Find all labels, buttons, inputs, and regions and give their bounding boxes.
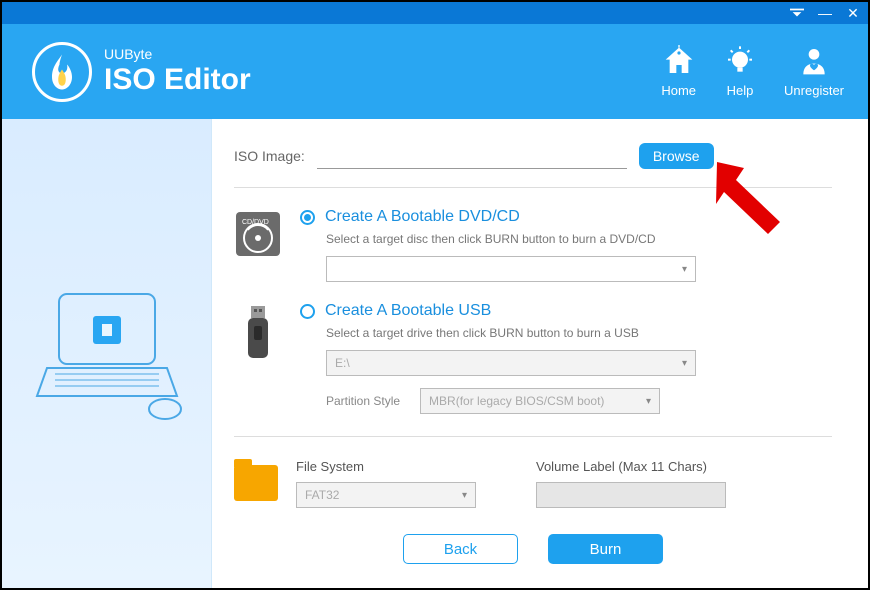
usb-drive-select[interactable]: E:\ ▾ [326,350,696,376]
minimize-button[interactable]: — [818,6,832,20]
lightbulb-icon [724,45,756,77]
user-heart-icon [798,45,830,77]
radio-usb[interactable] [300,304,315,319]
main-panel: ISO Image: Browse CD/DVD Create A Bootab… [212,119,868,588]
option-usb-block: Create A Bootable USB Select a target dr… [234,302,832,414]
option-dvd-block: CD/DVD Create A Bootable DVD/CD Select a… [234,208,832,282]
iso-path-input[interactable] [317,143,627,169]
browse-button[interactable]: Browse [639,143,714,169]
partition-style-select[interactable]: MBR(for legacy BIOS/CSM boot) ▾ [420,388,660,414]
separator [234,187,832,188]
usb-icon [234,304,282,352]
folder-icon [234,465,278,501]
filesystem-select[interactable]: FAT32 ▾ [296,482,476,508]
back-button[interactable]: Back [403,534,518,564]
partition-style-value: MBR(for legacy BIOS/CSM boot) [429,394,604,408]
radio-dvd[interactable] [300,210,315,225]
brand-name-big: ISO Editor [104,63,251,96]
option-dvd-desc: Select a target disc then click BURN but… [326,232,832,246]
close-button[interactable]: ✕ [846,6,860,20]
home-icon [663,45,695,77]
iso-label: ISO Image: [234,148,305,164]
app-header: UUByte ISO Editor Home Help [2,24,868,119]
window-titlebar: — ✕ [2,2,868,24]
body-area: ISO Image: Browse CD/DVD Create A Bootab… [2,119,868,588]
flame-logo-icon [32,42,92,102]
brand-name-small: UUByte [104,47,251,62]
filesystem-row: File System FAT32 ▾ Volume Label (Max 11… [234,436,832,508]
nav-unregister[interactable]: Unregister [784,45,844,98]
chevron-down-icon: ▾ [646,396,651,407]
nav-help-label: Help [727,83,754,98]
chevron-down-icon: ▾ [682,358,687,369]
header-nav: Home Help Unregister [661,45,844,98]
partition-style-label: Partition Style [326,394,400,408]
filesystem-value: FAT32 [305,488,339,502]
burn-button[interactable]: Burn [548,534,663,564]
sidebar-illustration [2,119,212,588]
brand-text: UUByte ISO Editor [104,47,251,95]
nav-home[interactable]: Home [661,45,696,98]
option-usb-desc: Select a target drive then click BURN bu… [326,326,832,340]
action-row: Back Burn [234,534,832,564]
nav-home-label: Home [661,83,696,98]
nav-unregister-label: Unregister [784,83,844,98]
volume-label-label: Volume Label (Max 11 Chars) [536,459,726,474]
option-dvd-title: Create A Bootable DVD/CD [325,208,520,226]
usb-drive-value: E:\ [335,356,350,370]
titlebar-dropdown-icon[interactable] [790,6,804,20]
dvd-icon: CD/DVD [234,210,282,258]
logo-area: UUByte ISO Editor [32,42,251,102]
iso-row: ISO Image: Browse [234,143,832,169]
volume-label-input[interactable] [536,482,726,508]
chevron-down-icon: ▾ [462,490,467,501]
nav-help[interactable]: Help [724,45,756,98]
dvd-target-select[interactable]: ▾ [326,256,696,282]
filesystem-label: File System [296,459,476,474]
option-usb-title: Create A Bootable USB [325,302,491,320]
laptop-illustration-icon [27,284,187,424]
chevron-down-icon: ▾ [682,264,687,275]
